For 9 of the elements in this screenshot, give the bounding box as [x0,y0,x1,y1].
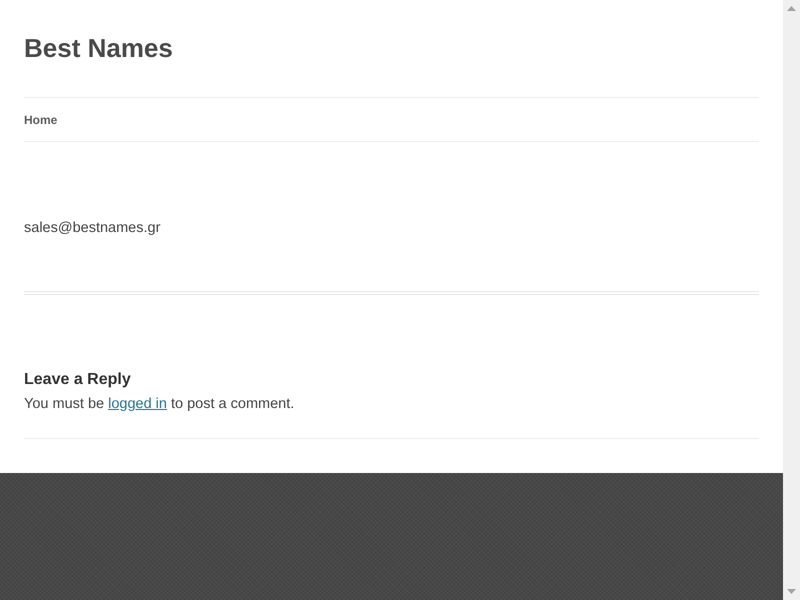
down-arrow-icon[interactable] [787,589,796,594]
login-link[interactable]: logged in [108,396,167,412]
site-title[interactable]: Best Names [24,33,173,64]
scrollbar-track[interactable] [783,0,800,600]
post-content: sales@bestnames.gr [24,219,160,238]
nav-link[interactable]: Home [24,112,58,128]
login-notice: You must be logged in to post a comment. [24,395,294,414]
up-arrow-icon[interactable] [787,6,796,11]
reply-heading: Leave a Reply [24,370,131,390]
